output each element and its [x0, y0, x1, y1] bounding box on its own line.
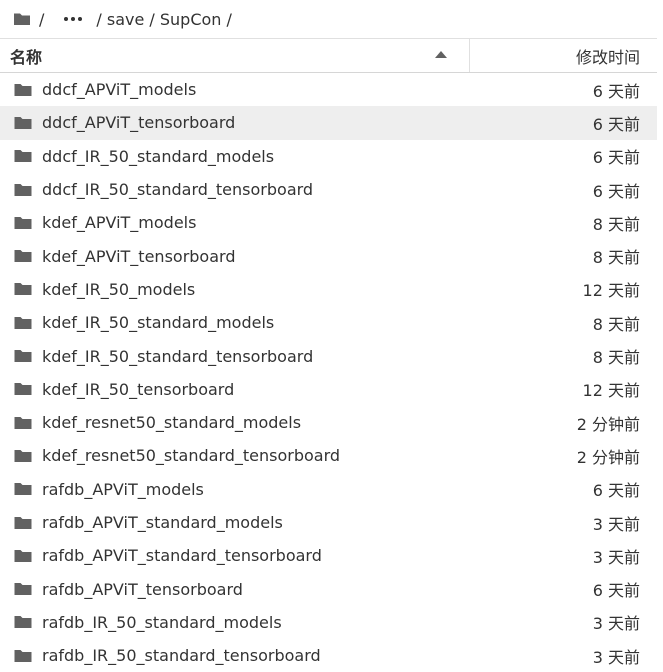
list-item[interactable]: rafdb_IR_50_standard_tensorboard 3 天前	[0, 639, 657, 672]
modified-time: 8 天前	[592, 348, 640, 368]
modified-time: 3 天前	[592, 514, 640, 534]
folder-icon	[14, 549, 32, 563]
folder-icon	[14, 649, 32, 663]
file-name: kdef_APViT_models	[42, 213, 197, 233]
modified-time: 2 分钟前	[576, 447, 640, 467]
scrollbar[interactable]	[657, 38, 663, 672]
list-item[interactable]: ddcf_IR_50_standard_tensorboard 6 天前	[0, 173, 657, 206]
file-name: ddcf_IR_50_standard_models	[42, 146, 275, 166]
list-item[interactable]: kdef_IR_50_tensorboard 12 天前	[0, 373, 657, 406]
column-header-name[interactable]: 名称	[0, 39, 470, 72]
folder-icon	[14, 582, 32, 596]
file-name: kdef_IR_50_tensorboard	[42, 379, 235, 399]
list-item[interactable]: kdef_APViT_models 8 天前	[0, 206, 657, 239]
breadcrumb-path[interactable]: / save / SupCon /	[96, 10, 232, 29]
list-item[interactable]: kdef_resnet50_standard_models 2 分钟前	[0, 406, 657, 439]
file-name: kdef_IR_50_models	[42, 279, 196, 299]
folder-icon[interactable]	[13, 11, 33, 27]
file-name: ddcf_IR_50_standard_tensorboard	[42, 180, 314, 200]
list-item[interactable]: rafdb_APViT_tensorboard 6 天前	[0, 572, 657, 605]
modified-time: 3 天前	[592, 614, 640, 634]
modified-time: 2 分钟前	[576, 414, 640, 434]
sort-ascending-icon	[435, 51, 447, 58]
folder-icon	[14, 516, 32, 530]
file-name: kdef_IR_50_standard_tensorboard	[42, 346, 314, 366]
file-list-header: 名称 修改时间	[0, 38, 657, 73]
file-list: ddcf_APViT_models 6 天前 ddcf_APViT_tensorbo…	[0, 73, 657, 672]
column-header-modified[interactable]: 修改时间	[470, 44, 657, 68]
file-name: rafdb_IR_50_standard_models	[42, 612, 282, 632]
modified-time: 8 天前	[592, 248, 640, 268]
file-name: kdef_IR_50_standard_models	[42, 313, 275, 333]
list-item[interactable]: kdef_IR_50_standard_tensorboard 8 天前	[0, 339, 657, 372]
folder-icon	[14, 183, 32, 197]
modified-time: 12 天前	[582, 381, 640, 401]
modified-time: 6 天前	[592, 81, 640, 101]
file-name: rafdb_APViT_standard_tensorboard	[42, 546, 322, 566]
folder-icon	[14, 615, 32, 629]
list-item[interactable]: rafdb_APViT_standard_tensorboard 3 天前	[0, 539, 657, 572]
list-item[interactable]: kdef_resnet50_standard_tensorboard 2 分钟前	[0, 439, 657, 472]
file-name: ddcf_APViT_models	[42, 80, 197, 100]
list-item[interactable]: ddcf_IR_50_standard_models 6 天前	[0, 140, 657, 173]
modified-time: 12 天前	[582, 281, 640, 301]
list-item[interactable]: kdef_IR_50_standard_models 8 天前	[0, 306, 657, 339]
modified-time: 8 天前	[592, 314, 640, 334]
modified-time: 8 天前	[592, 214, 640, 234]
modified-time: 6 天前	[592, 481, 640, 501]
folder-icon	[14, 83, 32, 97]
column-header-modified-label: 修改时间	[575, 47, 640, 67]
list-item[interactable]: ddcf_APViT_models 6 天前	[0, 73, 657, 106]
column-header-name-label: 名称	[10, 47, 43, 67]
file-name: rafdb_APViT_models	[42, 479, 204, 499]
list-item[interactable]: rafdb_APViT_models 6 天前	[0, 473, 657, 506]
folder-icon	[14, 149, 32, 163]
folder-icon	[14, 482, 32, 496]
breadcrumb-root[interactable]: /	[39, 10, 44, 29]
modified-time: 6 天前	[592, 148, 640, 168]
folder-icon	[14, 382, 32, 396]
folder-icon	[14, 249, 32, 263]
list-item[interactable]: kdef_IR_50_models 12 天前	[0, 273, 657, 306]
modified-time: 6 天前	[592, 581, 640, 601]
folder-icon	[14, 116, 32, 130]
folder-icon	[14, 216, 32, 230]
file-name: rafdb_IR_50_standard_tensorboard	[42, 646, 321, 666]
modified-time: 3 天前	[592, 647, 640, 667]
list-item[interactable]: rafdb_APViT_standard_models 3 天前	[0, 506, 657, 539]
file-name: ddcf_APViT_tensorboard	[42, 113, 236, 133]
modified-time: 6 天前	[592, 114, 640, 134]
folder-icon	[14, 416, 32, 430]
list-item[interactable]: kdef_APViT_tensorboard 8 天前	[0, 239, 657, 272]
breadcrumb-ellipsis-icon[interactable]	[62, 11, 84, 27]
list-item[interactable]: rafdb_IR_50_standard_models 3 天前	[0, 606, 657, 639]
file-name: kdef_resnet50_standard_tensorboard	[42, 446, 341, 466]
modified-time: 3 天前	[592, 547, 640, 567]
modified-time: 6 天前	[592, 181, 640, 201]
file-name: kdef_APViT_tensorboard	[42, 246, 236, 266]
folder-icon	[14, 349, 32, 363]
file-name: rafdb_APViT_standard_models	[42, 513, 283, 532]
folder-icon	[14, 282, 32, 296]
file-name: rafdb_APViT_tensorboard	[42, 579, 243, 599]
file-name: kdef_resnet50_standard_models	[42, 413, 302, 433]
breadcrumb: / / save / SupCon /	[0, 0, 663, 38]
list-item[interactable]: ddcf_APViT_tensorboard 6 天前	[0, 106, 657, 140]
folder-icon	[14, 449, 32, 463]
folder-icon	[14, 316, 32, 330]
